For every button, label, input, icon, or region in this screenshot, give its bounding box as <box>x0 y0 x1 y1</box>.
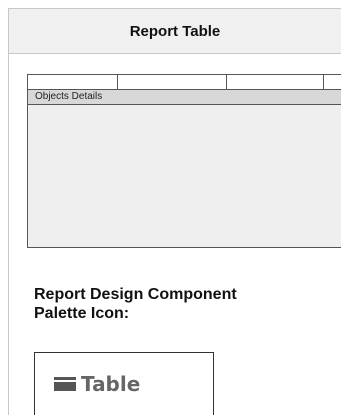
section-label-objects-details[interactable]: Objects Details <box>28 90 341 105</box>
table-header-cell[interactable] <box>227 75 325 89</box>
palette-icon-heading: Report Design Component Palette Icon: <box>34 285 324 323</box>
table-header-cell[interactable] <box>28 75 118 89</box>
table-header-cell[interactable] <box>118 75 228 89</box>
table-palette-button[interactable]: Table <box>34 352 214 415</box>
heading-line-1: Report Design Component <box>34 286 237 303</box>
report-design-canvas[interactable]: Objects Details <box>27 74 341 248</box>
panel-title: Report Table <box>9 9 341 54</box>
palette-label: Table <box>81 372 141 396</box>
table-icon <box>54 377 76 391</box>
heading-line-2: Palette Icon: <box>34 305 130 322</box>
table-header-cell[interactable] <box>324 75 341 89</box>
table-header-row[interactable] <box>28 75 341 90</box>
